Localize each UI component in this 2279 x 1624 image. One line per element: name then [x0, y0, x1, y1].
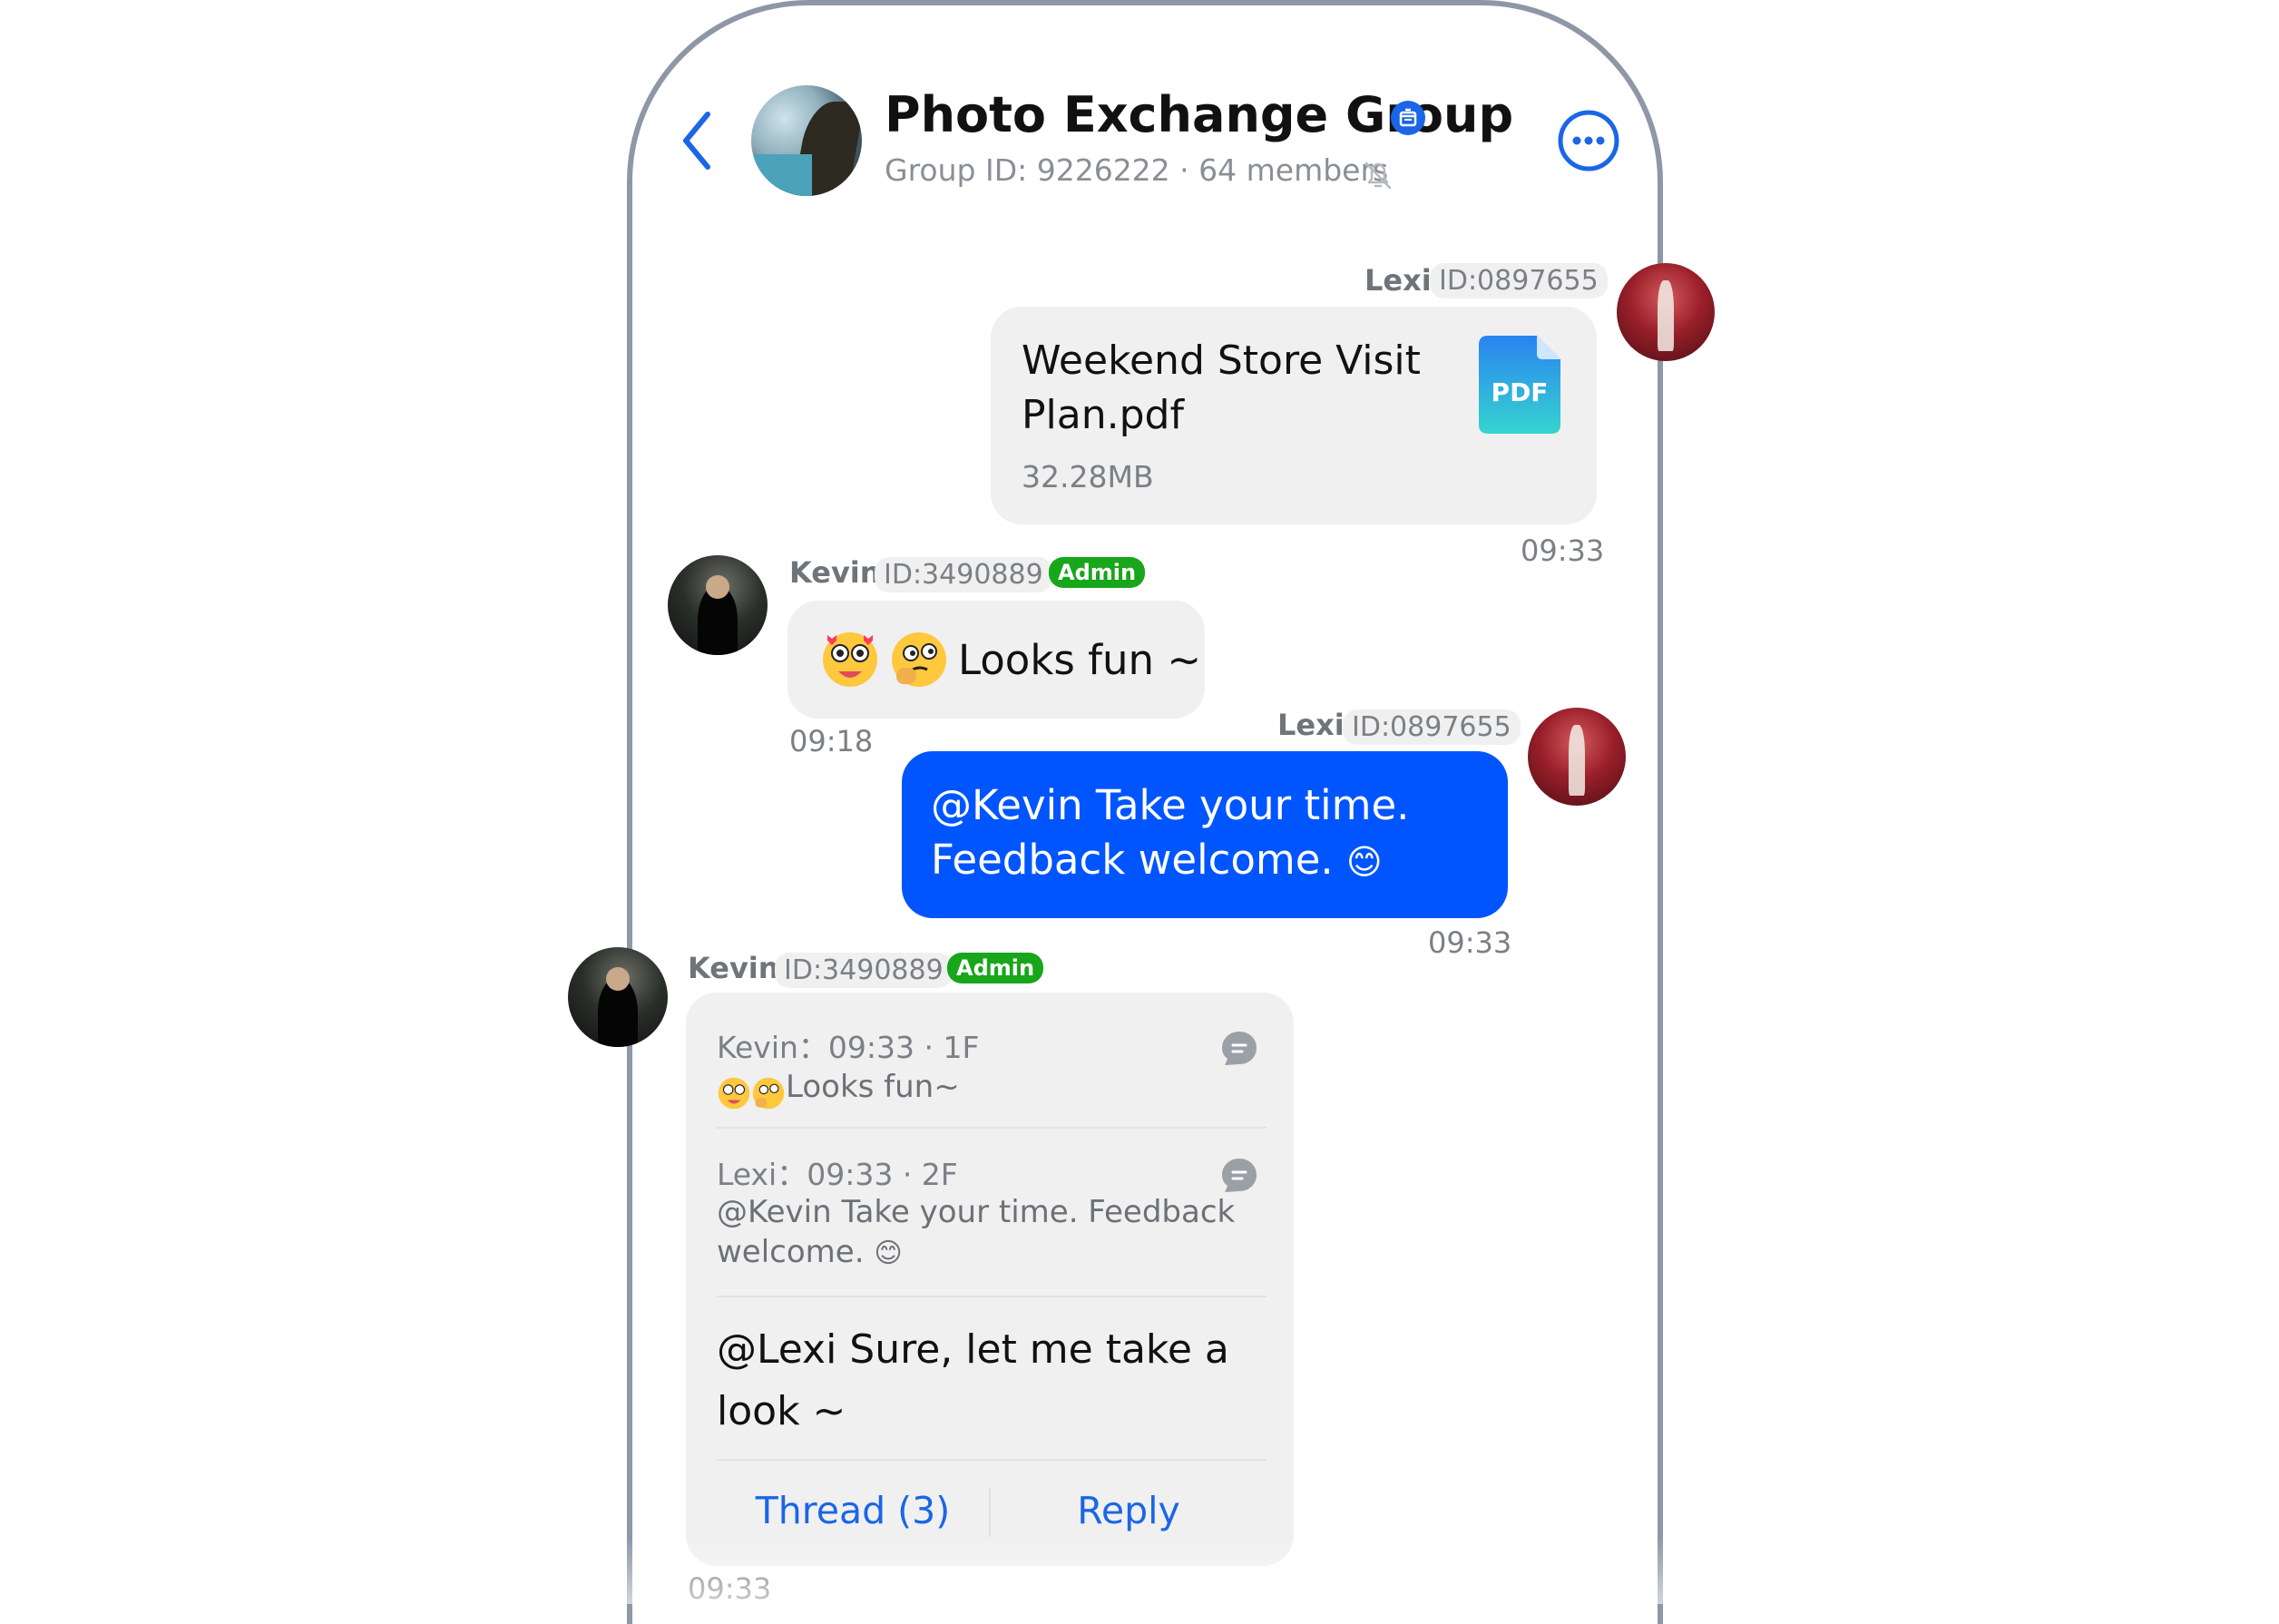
- group-avatar[interactable]: [751, 85, 862, 196]
- avatar-lexi[interactable]: [1528, 708, 1626, 806]
- file-name-line1: Weekend Store Visit: [1022, 338, 1421, 384]
- reply-line1: @Lexi Sure, let me take a: [717, 1326, 1229, 1373]
- divider: [717, 1296, 1267, 1297]
- sender-id-tag: ID:0897655: [1343, 709, 1521, 745]
- verified-group-icon: [1391, 101, 1425, 135]
- admin-badge: Admin: [947, 953, 1044, 983]
- sender-name: Lexi: [1277, 708, 1345, 742]
- text-message-bubble[interactable]: Looks fun ~: [787, 601, 1205, 719]
- group-subtitle: Group ID: 9226222 · 64 members: [885, 152, 1389, 188]
- thread-button[interactable]: Thread (3): [717, 1479, 989, 1542]
- thinking-emoji-icon: [752, 1077, 785, 1109]
- sender-name: Lexi: [1364, 263, 1432, 298]
- quote-text-line1: @Kevin Take your time. Feedback: [717, 1194, 1236, 1230]
- comment-icon[interactable]: [1219, 1029, 1259, 1069]
- thread-message-bubble[interactable]: Kevin：09:33 · 1F Looks fun~ Lexi：09:33 ·…: [686, 993, 1294, 1566]
- divider: [717, 1459, 1267, 1461]
- quote-content: Looks fun~: [717, 1067, 960, 1110]
- message-text: Looks fun ~: [958, 636, 1202, 684]
- message-line2-wrap: Feedback welcome. 😊: [931, 833, 1383, 889]
- text-message-bubble[interactable]: @Kevin Take your time. Feedback welcome.…: [902, 751, 1508, 918]
- message-time: 09:33: [1521, 533, 1605, 568]
- message-line1: @Kevin Take your time.: [931, 781, 1410, 829]
- avatar-kevin[interactable]: [568, 947, 668, 1047]
- starstruck-emoji-icon: [823, 632, 877, 687]
- sender-name: Kevin: [789, 555, 881, 590]
- chevron-left-icon[interactable]: [679, 109, 715, 172]
- avatar-lexi[interactable]: [1617, 263, 1715, 361]
- file-message-bubble[interactable]: Weekend Store Visit Plan.pdf 32.28MB PDF: [991, 307, 1597, 524]
- reply-line2: look ~: [717, 1388, 846, 1434]
- starstruck-emoji-icon: [718, 1077, 750, 1109]
- avatar-kevin[interactable]: [668, 555, 768, 655]
- bell-off-icon: [1364, 161, 1392, 190]
- reply-button[interactable]: Reply: [991, 1479, 1267, 1542]
- file-size: 32.28MB: [1022, 459, 1154, 494]
- message-time: 09:33: [1428, 925, 1512, 960]
- smile-emoji: 😊: [1346, 842, 1383, 882]
- thinking-emoji-icon: [892, 632, 946, 687]
- message-line2: Feedback welcome.: [931, 836, 1334, 884]
- sender-id-tag: ID:3490889: [775, 953, 953, 988]
- sender-name: Kevin: [688, 951, 779, 985]
- message-time: 09:33: [688, 1571, 772, 1606]
- smile-emoji: 😊: [874, 1238, 903, 1269]
- quote-text-line2: welcome.: [717, 1234, 865, 1270]
- comment-icon[interactable]: [1219, 1156, 1259, 1196]
- quote-text-line2-wrap: welcome. 😊: [717, 1232, 903, 1274]
- sender-id-tag: ID:0897655: [1430, 263, 1608, 298]
- quote-text: Looks fun~: [786, 1069, 960, 1105]
- more-horizontal-icon[interactable]: [1557, 109, 1620, 172]
- quote-meta: Lexi：09:33 · 2F: [717, 1157, 958, 1192]
- pdf-file-icon: PDF: [1479, 336, 1560, 434]
- message-time: 09:18: [789, 724, 874, 758]
- file-name-line2: Plan.pdf: [1022, 392, 1184, 438]
- sender-id-tag: ID:3490889: [875, 557, 1052, 592]
- admin-badge: Admin: [1049, 557, 1146, 588]
- divider: [717, 1127, 1267, 1129]
- quote-meta: Kevin：09:33 · 1F: [717, 1030, 980, 1065]
